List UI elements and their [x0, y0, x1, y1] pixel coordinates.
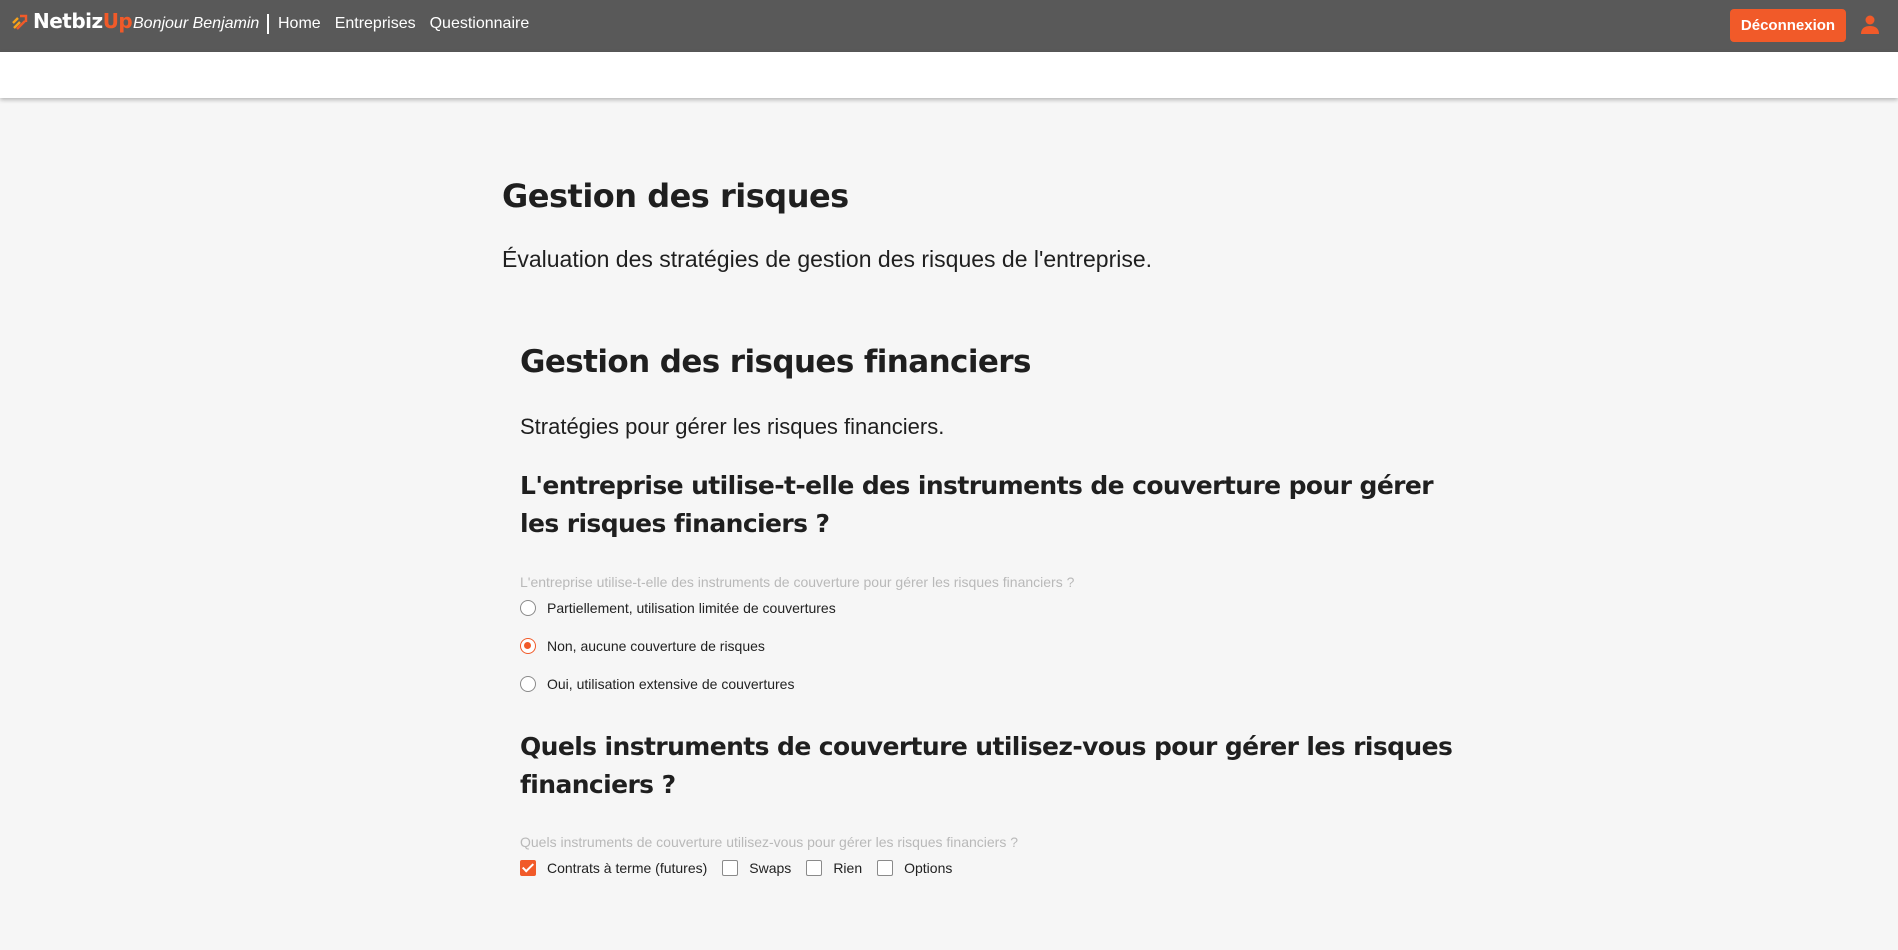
- question2-field-label: Quels instruments de couverture utilisez…: [520, 834, 1019, 850]
- logout-button[interactable]: Déconnexion: [1730, 9, 1846, 42]
- checkbox-label: Contrats à terme (futures): [547, 860, 708, 876]
- secondary-toolbar: [0, 52, 1898, 98]
- main-nav: Home Entreprises Questionnaire: [278, 15, 529, 33]
- question1-field-label: L'entreprise utilise-t-elle des instrume…: [520, 574, 1075, 590]
- radio-button[interactable]: [520, 600, 536, 616]
- risk-section: Gestion des risques financiers Stratégie…: [520, 338, 1470, 876]
- radio-button[interactable]: [520, 676, 536, 692]
- checkbox-label: Swaps: [749, 860, 792, 876]
- checkbox[interactable]: [806, 860, 823, 876]
- question2-option-swaps[interactable]: Swaps: [722, 860, 791, 876]
- question2-option-options[interactable]: Options: [877, 860, 952, 876]
- logo-text: NetbizUp: [33, 9, 133, 33]
- radio-label: Oui, utilisation extensive de couverture…: [547, 676, 795, 692]
- question1-title: L'entreprise utilise-t-elle des instrume…: [520, 471, 1434, 538]
- logo-text-part1: Netbiz: [33, 9, 103, 33]
- nav-entreprises-link[interactable]: Entreprises: [335, 15, 416, 33]
- checkbox-checked[interactable]: [520, 860, 536, 876]
- questionnaire-content: Gestion des risques Évaluation des strat…: [502, 170, 1462, 876]
- netbizup-logo[interactable]: NetbizUp: [12, 9, 133, 33]
- radio-label: Non, aucune couverture de risques: [547, 638, 765, 654]
- question1-option-non[interactable]: Non, aucune couverture de risques: [520, 638, 765, 654]
- radio-label: Partiellement, utilisation limitée de co…: [547, 600, 836, 616]
- question2-option-rien[interactable]: Rien: [806, 860, 862, 876]
- question2-option-futures[interactable]: Contrats à terme (futures): [520, 860, 707, 876]
- radio-button-selected[interactable]: [520, 638, 536, 654]
- top-navbar: NetbizUp Bonjour Benjamin Home Entrepris…: [0, 0, 1898, 52]
- checkbox[interactable]: [722, 860, 739, 876]
- section-description: Stratégies pour gérer les risques financ…: [520, 414, 945, 439]
- user-greeting: Bonjour Benjamin: [133, 14, 270, 34]
- question1-option-partiellement[interactable]: Partiellement, utilisation limitée de co…: [520, 600, 836, 616]
- page-description: Évaluation des stratégies de gestion des…: [502, 246, 1153, 272]
- checkbox[interactable]: [877, 860, 894, 876]
- question2-title: Quels instruments de couverture utilisez…: [520, 732, 1453, 799]
- page-title: Gestion des risques: [502, 177, 849, 215]
- question1-option-oui[interactable]: Oui, utilisation extensive de couverture…: [520, 676, 794, 692]
- logo-text-part2: Up: [102, 9, 133, 33]
- checkbox-label: Options: [904, 860, 953, 876]
- logo-arrows-icon: [12, 14, 28, 30]
- section-title: Gestion des risques financiers: [520, 344, 1031, 380]
- nav-questionnaire-link[interactable]: Questionnaire: [430, 15, 530, 33]
- user-account-icon[interactable]: [1858, 12, 1882, 36]
- checkbox-label: Rien: [833, 860, 863, 876]
- nav-home-link[interactable]: Home: [278, 15, 321, 33]
- question2-options: Contrats à terme (futures) Swaps Rien Op…: [520, 860, 967, 876]
